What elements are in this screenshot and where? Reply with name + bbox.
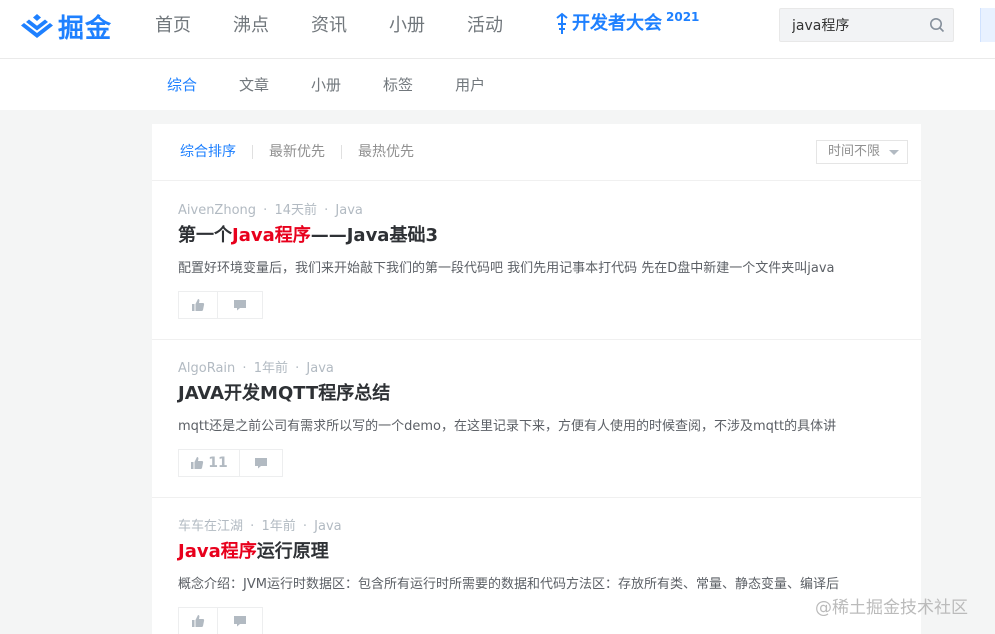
title-text: JAVA开发MQTT程序总结	[178, 383, 391, 404]
header-action-button[interactable]	[980, 8, 995, 42]
divider	[252, 145, 253, 159]
nav-item-home[interactable]: 首页	[155, 14, 191, 38]
result-actions	[178, 607, 263, 634]
post-time: 14天前	[274, 203, 317, 218]
meta-separator: ·	[302, 519, 307, 534]
juejin-logo[interactable]: 掘金	[20, 10, 113, 44]
caret-down-icon	[889, 150, 899, 155]
author-name[interactable]: 车车在江湖	[178, 519, 243, 534]
tab-users[interactable]: 用户	[455, 75, 485, 95]
like-button[interactable]	[178, 291, 218, 319]
result-title[interactable]: JAVA开发MQTT程序总结	[178, 382, 390, 406]
post-tag[interactable]: Java	[314, 519, 341, 534]
nav-item-events[interactable]: 活动	[467, 14, 503, 38]
juejin-logo-icon	[21, 14, 53, 38]
like-button[interactable]: 11	[178, 449, 240, 477]
nav-item-news[interactable]: 资讯	[311, 14, 347, 38]
top-bar: 掘金 首页 沸点 资讯 小册 活动 开发者大会 2021	[0, 0, 995, 59]
search-type-tabs: 综合 文章 小册 标签 用户	[0, 59, 995, 110]
result-excerpt: 配置好环境变量后，我们来开始敲下我们的第一段代码吧 我们先用记事本打代码 先在D…	[178, 261, 835, 276]
divider	[341, 145, 342, 159]
result-title[interactable]: Java程序运行原理	[178, 540, 329, 564]
author-name[interactable]: AivenZhong	[178, 203, 256, 218]
author-name[interactable]: AlgoRain	[178, 361, 235, 376]
meta-separator: ·	[242, 361, 247, 376]
sort-option-newest[interactable]: 最新优先	[269, 142, 325, 162]
result-meta: AlgoRain · 1年前 · Java	[178, 360, 334, 378]
comment-button[interactable]	[218, 607, 263, 634]
post-time: 1年前	[261, 519, 296, 534]
comment-button[interactable]	[240, 449, 283, 477]
thumbs-up-icon	[192, 615, 205, 627]
result-excerpt: mqtt还是之前公司有需求所以写的一个demo，在这里记录下来，方便有人使用的时…	[178, 419, 837, 434]
conference-icon	[556, 12, 568, 34]
result-item[interactable]: AlgoRain · 1年前 · Java JAVA开发MQTT程序总结 mqt…	[152, 340, 921, 498]
result-item[interactable]: AivenZhong · 14天前 · Java 第一个Java程序——Java…	[152, 182, 921, 340]
sort-bar: 综合排序 最新优先 最热优先 时间不限	[152, 124, 921, 181]
result-actions: 11	[178, 449, 283, 477]
post-tag[interactable]: Java	[335, 203, 362, 218]
result-meta: AivenZhong · 14天前 · Java	[178, 202, 363, 220]
like-button[interactable]	[178, 607, 218, 634]
thumbs-up-icon	[191, 457, 204, 469]
nav-item-books[interactable]: 小册	[389, 14, 425, 38]
search-icon[interactable]	[929, 17, 945, 33]
title-text: 运行原理	[256, 541, 329, 562]
time-filter-value: 时间不限	[828, 144, 881, 159]
nav-item-pins[interactable]: 沸点	[233, 14, 269, 38]
tab-books[interactable]: 小册	[311, 75, 341, 95]
logo-text: 掘金	[58, 13, 113, 44]
comment-icon	[234, 300, 246, 311]
comment-icon	[255, 458, 267, 469]
title-text: 第一个	[178, 225, 232, 246]
meta-separator: ·	[263, 203, 268, 218]
watermark: @稀土掘金技术社区	[815, 598, 968, 618]
conference-label: 开发者大会	[572, 13, 662, 34]
search-box	[779, 8, 954, 42]
post-tag[interactable]: Java	[306, 361, 333, 376]
title-highlight: Java程序	[232, 225, 311, 246]
search-input[interactable]	[780, 17, 920, 33]
meta-separator: ·	[295, 361, 300, 376]
sort-option-hottest[interactable]: 最热优先	[358, 142, 414, 162]
time-filter-select[interactable]: 时间不限	[816, 140, 908, 164]
sort-option-comprehensive[interactable]: 综合排序	[180, 142, 236, 162]
title-highlight: Java程序	[178, 541, 257, 562]
meta-separator: ·	[324, 203, 329, 218]
result-title[interactable]: 第一个Java程序——Java基础3	[178, 224, 438, 248]
tab-articles[interactable]: 文章	[239, 75, 269, 95]
tab-tags[interactable]: 标签	[383, 75, 413, 95]
result-meta: 车车在江湖 · 1年前 · Java	[178, 518, 342, 536]
conference-year: 2021	[666, 10, 700, 24]
like-count: 11	[208, 455, 228, 471]
comment-button[interactable]	[218, 291, 263, 319]
result-item[interactable]: 车车在江湖 · 1年前 · Java Java程序运行原理 概念介绍：JVM运行…	[152, 498, 921, 634]
thumbs-up-icon	[192, 299, 205, 311]
developer-conference-link[interactable]: 开发者大会 2021	[554, 10, 699, 38]
post-time: 1年前	[253, 361, 288, 376]
meta-separator: ·	[250, 519, 255, 534]
result-actions	[178, 291, 263, 319]
comment-icon	[234, 616, 246, 627]
results-panel: 综合排序 最新优先 最热优先 时间不限 AivenZhong · 14天前 · …	[152, 124, 921, 634]
title-text: ——Java基础3	[310, 225, 438, 246]
tab-all[interactable]: 综合	[167, 75, 197, 95]
result-excerpt: 概念介绍：JVM运行时数据区：包含所有运行时所需要的数据和代码方法区：存放所有类…	[178, 577, 839, 592]
main-nav: 首页 沸点 资讯 小册 活动	[155, 14, 545, 38]
